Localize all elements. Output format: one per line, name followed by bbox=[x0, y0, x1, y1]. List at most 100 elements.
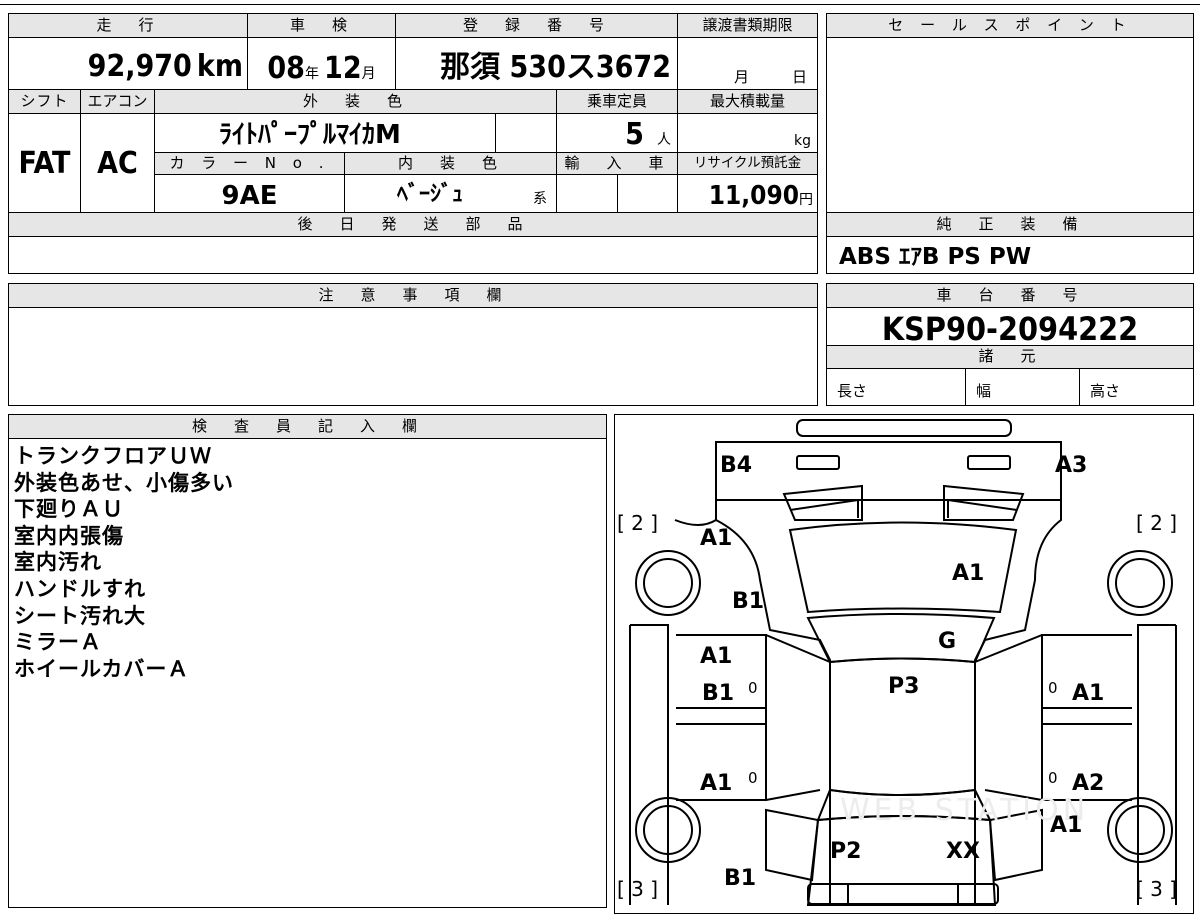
color-no-header: カ ラ ー N o . bbox=[154, 152, 345, 175]
car-diagram-box: WEB STATION B4 A3 A1 A1 B1 G P3 A1 B1 A1… bbox=[614, 414, 1194, 914]
odometer-value: 92,970 bbox=[87, 49, 192, 84]
shaken-header: 車 検 bbox=[247, 13, 396, 38]
max-load-unit: kg bbox=[794, 133, 811, 149]
bracket-left-bottom: [ 3 ] bbox=[617, 877, 658, 901]
mark-hood: P2 bbox=[830, 839, 861, 864]
imported-cell-a bbox=[556, 174, 618, 213]
car-diagram: WEB STATION B4 A3 A1 A1 B1 G P3 A1 B1 A1… bbox=[617, 419, 1177, 906]
chassis-value: KSP90-2094222 bbox=[881, 310, 1139, 346]
odometer-cell: 92,970 km bbox=[8, 37, 248, 90]
max-load-header: 最大積載量 bbox=[677, 89, 818, 114]
mark-front-fender-right: A1 bbox=[1050, 813, 1082, 838]
mark-rear-right: A3 bbox=[1055, 453, 1087, 478]
sales-point-header: セ ー ル ス ポ イ ン ト bbox=[826, 13, 1194, 38]
chassis-header: 車 台 番 号 bbox=[826, 283, 1194, 308]
capacity-header: 乗車定員 bbox=[556, 89, 678, 114]
aircon-value: AC bbox=[97, 146, 138, 181]
spec-height-label: 高さ bbox=[1090, 382, 1121, 400]
exterior-color-value: ﾗｲﾄﾊﾟｰﾌﾟﾙﾏｲｶM bbox=[219, 120, 401, 150]
note-line: 外装色あせ、小傷多い bbox=[14, 470, 234, 495]
note-line: シート汚れ大 bbox=[14, 603, 146, 628]
note-line: 室内内張傷 bbox=[14, 523, 124, 548]
imported-cell-b bbox=[617, 174, 678, 213]
inspector-header: 検 査 員 記 入 欄 bbox=[8, 414, 607, 439]
mark-rear-door-left-a: A1 bbox=[700, 644, 732, 669]
color-no-cell: 9AE bbox=[154, 174, 345, 213]
mark-rear-left: B4 bbox=[720, 453, 752, 478]
shift-header: シフト bbox=[8, 89, 81, 114]
aircon-cell: AC bbox=[80, 113, 155, 213]
mark-roof: P3 bbox=[888, 674, 919, 699]
recycle-cell: 11,090円 bbox=[677, 174, 818, 213]
shaken-cell: 08年 12月 bbox=[247, 37, 396, 90]
top-strip bbox=[0, 0, 1200, 5]
max-load-cell: kg bbox=[677, 113, 818, 153]
mark-front-door-left-z: 0 bbox=[748, 769, 758, 787]
note-line: トランクフロアＵＷ bbox=[14, 444, 212, 468]
interior-color-cell: ﾍﾞｰｼﾞｭ 系 bbox=[344, 174, 557, 213]
exterior-color-cell: ﾗｲﾄﾊﾟｰﾌﾟﾙﾏｲｶM bbox=[154, 113, 496, 153]
mark-rear-glass: G bbox=[938, 629, 956, 654]
shaken-month: 12 bbox=[324, 51, 362, 86]
spec-height-cell: 高さ bbox=[1079, 368, 1194, 406]
note-line: ハンドルすれ bbox=[14, 576, 146, 601]
capacity-value: 5 bbox=[625, 117, 644, 152]
shaken-year-unit: 年 bbox=[304, 66, 319, 82]
shaken-month-unit: 月 bbox=[361, 66, 376, 82]
bracket-right-bottom: [ 3 ] bbox=[1136, 877, 1177, 901]
bracket-left-top: [ 2 ] bbox=[617, 511, 658, 535]
shaken-year: 08 bbox=[267, 51, 305, 86]
exterior-color-extra-cell bbox=[495, 113, 557, 153]
imported-header: 輸 入 車 bbox=[556, 152, 678, 175]
recycle-value: 11,090 bbox=[708, 181, 799, 211]
bracket-right-top: [ 2 ] bbox=[1136, 511, 1177, 535]
shift-value: FAT bbox=[18, 146, 71, 181]
mark-front-door-left: A1 bbox=[700, 771, 732, 796]
spec-width-cell: 幅 bbox=[965, 368, 1080, 406]
deadline-month-unit: 月 bbox=[734, 68, 750, 86]
note-line: 下廻りＡＵ bbox=[14, 497, 124, 522]
spec-length-label: 長さ bbox=[837, 382, 868, 400]
odometer-header: 走 行 bbox=[8, 13, 248, 38]
aircon-header: エアコン bbox=[80, 89, 155, 114]
later-parts-cell bbox=[8, 236, 818, 274]
deadline-day-unit: 日 bbox=[792, 68, 808, 86]
mark-rear-door-left-b: B1 bbox=[702, 681, 734, 706]
registration-cell: 那須 530ス3672 bbox=[395, 37, 678, 90]
interior-color-value: ﾍﾞｰｼﾞｭ bbox=[397, 182, 464, 207]
odometer-unit: km bbox=[196, 49, 243, 84]
note-line: 室内汚れ bbox=[14, 550, 102, 575]
shift-cell: FAT bbox=[8, 113, 81, 213]
specs-header: 諸 元 bbox=[826, 345, 1194, 369]
equipment-header: 純 正 装 備 bbox=[826, 212, 1194, 237]
deadline-header: 譲渡書類期限 bbox=[677, 13, 818, 38]
caution-header: 注 意 事 項 欄 bbox=[8, 283, 818, 308]
mark-trunk-left: A1 bbox=[700, 526, 732, 551]
exterior-color-header: 外 装 色 bbox=[154, 89, 557, 114]
note-line: ホイールカバーＡ bbox=[14, 656, 190, 681]
mark-rear-door-left-z: 0 bbox=[748, 679, 758, 697]
spec-width-label: 幅 bbox=[976, 382, 992, 400]
later-parts-header: 後 日 発 送 部 品 bbox=[8, 212, 818, 237]
recycle-unit: 円 bbox=[799, 192, 813, 208]
inspector-notes: トランクフロアＵＷ 外装色あせ、小傷多い 下廻りＡＵ 室内内張傷 室内汚れ ハン… bbox=[8, 438, 607, 908]
equipment-cell: ABS ｴｱB PS PW bbox=[826, 236, 1194, 274]
mark-trunk-lid: A1 bbox=[952, 561, 984, 586]
sales-point-cell bbox=[826, 37, 1194, 213]
note-line: ミラーＡ bbox=[14, 630, 102, 655]
recycle-header: リサイクル預託金 bbox=[677, 152, 818, 175]
mark-rear-door-right: A1 bbox=[1072, 681, 1104, 706]
mark-windshield: XX bbox=[946, 839, 980, 864]
mark-front-door-right: A2 bbox=[1072, 771, 1104, 796]
mark-quarter-left: B1 bbox=[732, 589, 764, 614]
color-no-value: 9AE bbox=[221, 181, 278, 211]
capacity-unit: 人 bbox=[657, 132, 671, 148]
capacity-cell: 5 人 bbox=[556, 113, 678, 153]
mark-front-fender-left: B1 bbox=[724, 866, 756, 891]
registration-value: 那須 530ス3672 bbox=[440, 50, 671, 85]
equipment-value: ABS ｴｱB PS PW bbox=[839, 244, 1032, 270]
spec-length-cell: 長さ bbox=[826, 368, 966, 406]
mark-rear-door-right-z: 0 bbox=[1048, 679, 1058, 697]
interior-color-header: 内 装 色 bbox=[344, 152, 557, 175]
mark-front-door-right-z: 0 bbox=[1048, 769, 1058, 787]
